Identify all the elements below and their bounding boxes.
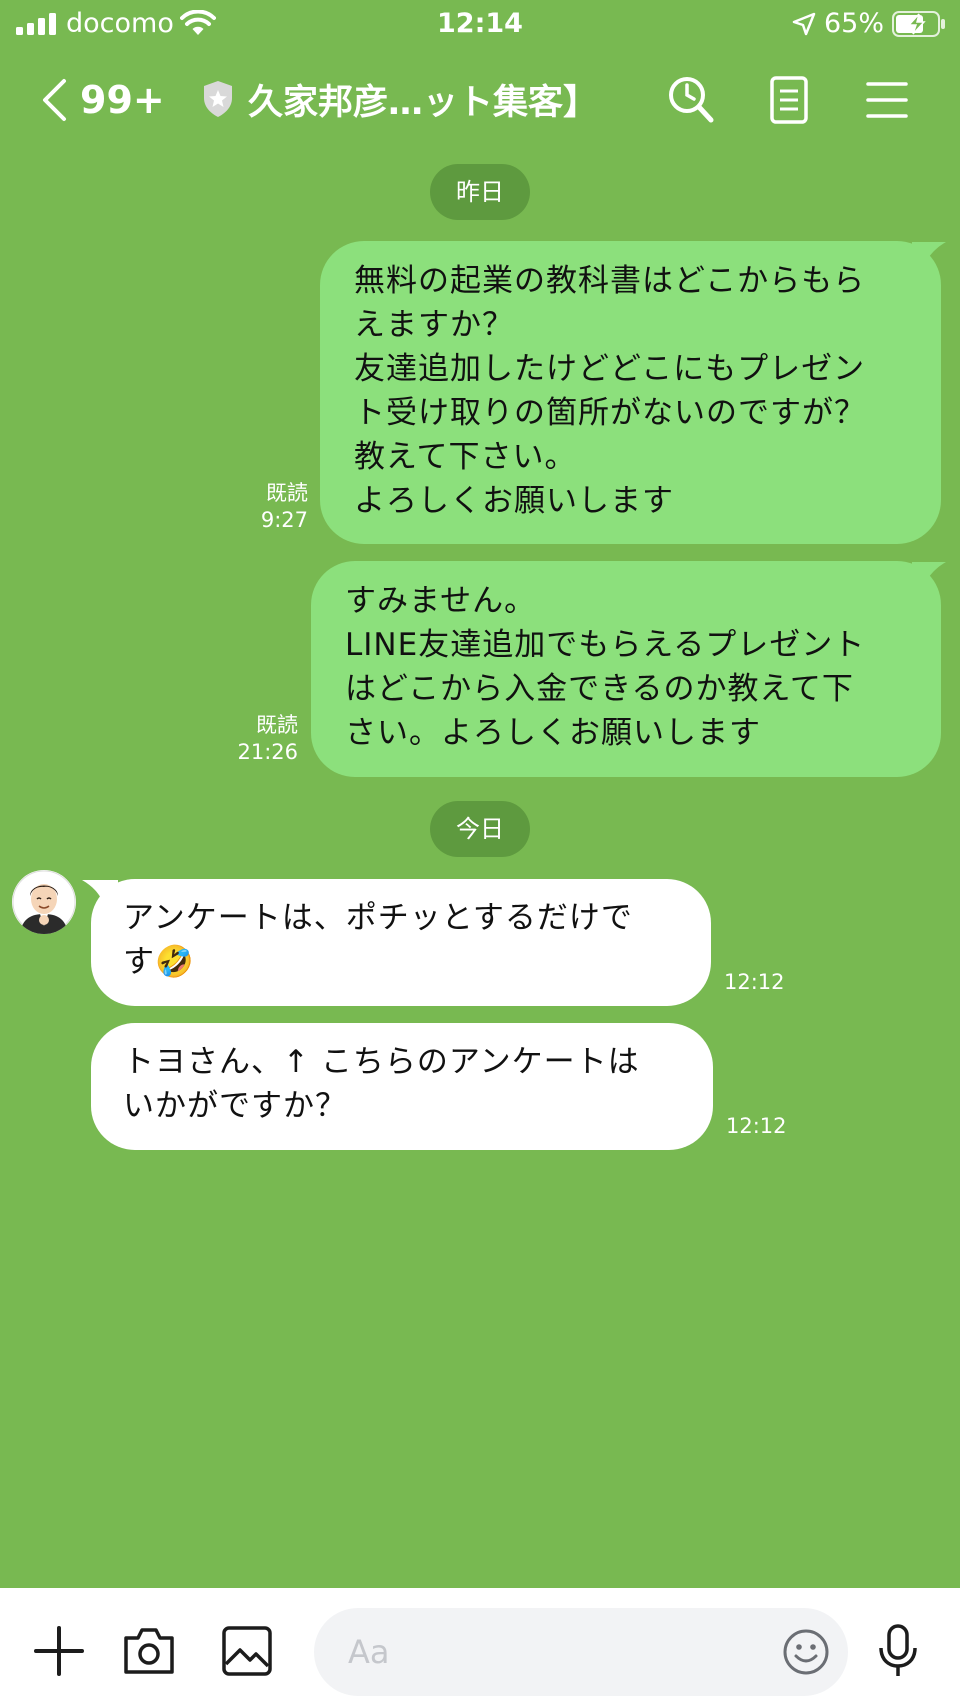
message-input[interactable]	[314, 1608, 848, 1696]
chevron-left-icon	[43, 79, 66, 121]
battery-charging-icon	[892, 11, 945, 37]
message-input-bar	[0, 1588, 960, 1707]
camera-icon[interactable]	[122, 1624, 176, 1678]
message-text-line: いかがですか？	[123, 1088, 347, 1124]
read-receipt: 既読	[266, 481, 308, 505]
status-bar: docomo 12:14 65%	[0, 0, 960, 50]
avatar-illustration	[12, 870, 76, 934]
message-text-line: トヨさん、↑ こちらのアンケートは	[123, 1044, 640, 1080]
message-text-line: 教えて下さい。	[354, 439, 577, 475]
message-time: 12:12	[724, 970, 785, 994]
message-time: 21:26	[237, 740, 298, 764]
message-bubble-incoming[interactable]: アンケートは、ポチッとするだけで す🤣	[91, 879, 711, 1006]
photo-icon[interactable]	[220, 1624, 274, 1678]
chat-title-area[interactable]: 久家邦彦…ット集客】	[202, 73, 598, 125]
unread-count: 99+	[80, 78, 165, 122]
sender-avatar[interactable]	[12, 870, 76, 934]
message-text-line: すみません。	[345, 583, 537, 619]
message-bubble-incoming[interactable]: トヨさん、↑ こちらのアンケートは いかがですか？	[91, 1023, 713, 1150]
chat-title: 久家邦彦…ット集客】	[248, 82, 599, 123]
read-receipt: 既読	[256, 713, 298, 737]
message-text-line: 友達追加したけどどこにもプレゼン	[354, 351, 866, 387]
message-text-line: ト受け取りの箇所がないのですが？	[354, 395, 866, 431]
message-text-line: アンケートは、ポチッとするだけで	[123, 900, 633, 936]
search-icon[interactable]	[666, 75, 716, 125]
back-button[interactable]: 99+	[40, 75, 165, 125]
plus-icon[interactable]	[32, 1624, 86, 1678]
microphone-icon[interactable]	[876, 1624, 920, 1678]
message-text-line: よろしくお願いします	[354, 483, 674, 519]
message-time: 12:12	[726, 1114, 787, 1138]
message-text-line: 無料の起業の教科書はどこからもら	[354, 263, 866, 299]
message-text-line: えますか？	[354, 307, 514, 343]
emoji-icon[interactable]	[782, 1628, 830, 1676]
message-text-line: はどこから入金できるのか教えて下	[345, 671, 854, 707]
date-separator-today: 今日	[430, 801, 530, 857]
message-meta: 既読 21:26	[210, 712, 298, 766]
message-bubble-outgoing[interactable]: すみません。 LINE友達追加でもらえるプレゼント はどこから入金できるのか教え…	[311, 561, 941, 777]
hamburger-menu-icon[interactable]	[862, 75, 912, 125]
location-arrow-icon	[792, 12, 816, 36]
message-bubble-outgoing[interactable]: 無料の起業の教科書はどこからもら えますか？ 友達追加したけどどこにもプレゼン …	[320, 241, 941, 544]
notes-icon[interactable]	[764, 75, 814, 125]
message-text-line: LINE友達追加でもらえるプレゼント	[345, 627, 866, 663]
message-text-line: さい。よろしくお願いします	[345, 715, 761, 751]
clock: 12:14	[437, 8, 523, 39]
battery-percent: 65%	[824, 8, 885, 39]
chat-header: 99+ 久家邦彦…ット集客】	[0, 55, 960, 145]
message-time: 9:27	[260, 508, 308, 532]
shield-icon	[204, 81, 232, 117]
date-separator-yesterday: 昨日	[430, 164, 530, 220]
message-text-line: す🤣	[123, 944, 195, 980]
message-meta: 既読 9:27	[220, 480, 308, 534]
